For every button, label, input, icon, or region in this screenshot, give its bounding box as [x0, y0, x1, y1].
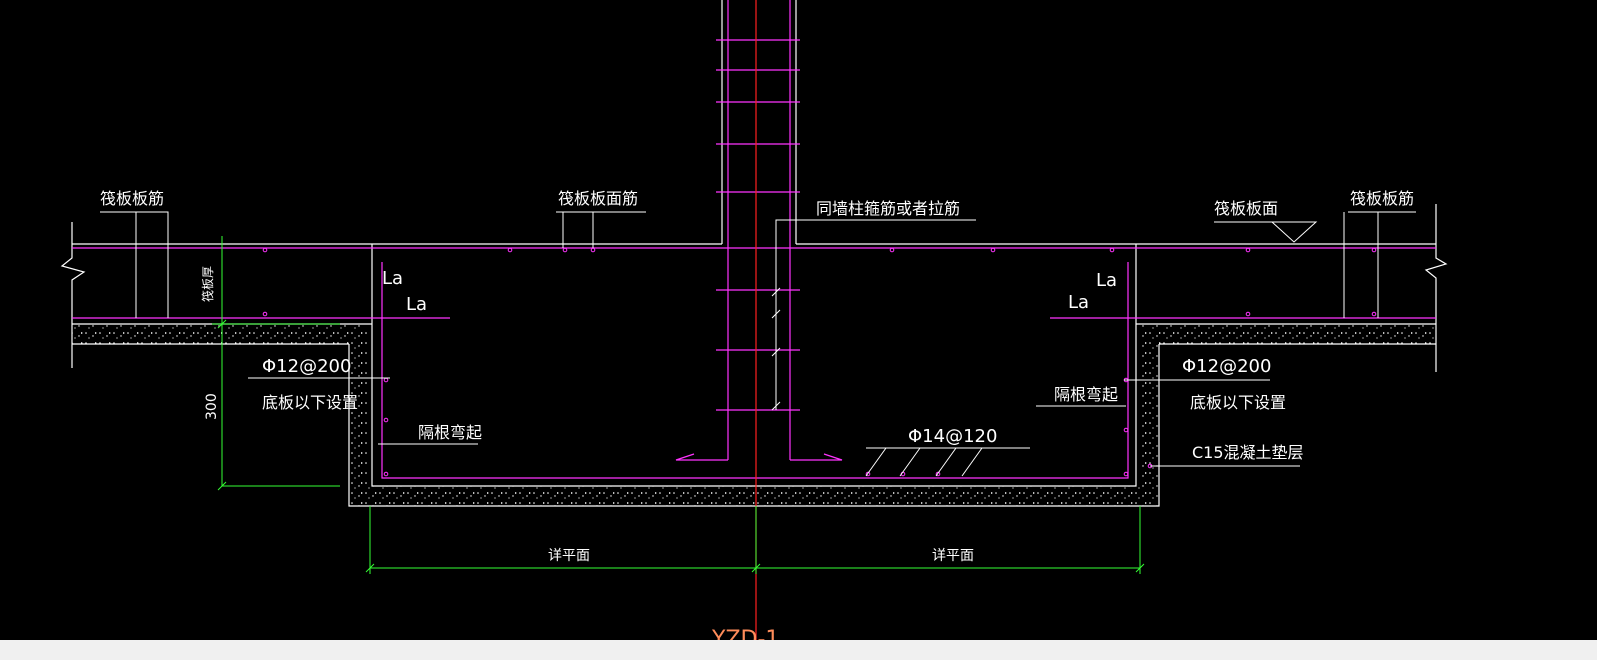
- label-rebar-spec-right: Φ12@200: [1182, 356, 1271, 377]
- label-la-left-lower: La: [406, 294, 427, 315]
- label-la-right-lower: La: [1068, 292, 1089, 313]
- label-dim-right: 详平面: [932, 548, 974, 564]
- label-raft-top-bar: 筏板板面筋: [558, 189, 638, 208]
- label-depth-dim: 300: [204, 393, 220, 420]
- label-raft-bottom-bar-left: 筏板板筋: [100, 189, 164, 208]
- cad-drawing-canvas[interactable]: 筏板板筋 筏板板面筋 同墙柱箍筋或者拉筋 筏板板面 筏板板筋 筏板厚 La La…: [0, 0, 1597, 652]
- label-bent-right: 隔根弯起: [1054, 385, 1118, 404]
- label-bent-left: 隔根弯起: [418, 423, 482, 442]
- label-rebar-note-left: 底板以下设置: [262, 393, 358, 412]
- label-la-left-upper: La: [382, 268, 403, 289]
- cushion-layer-hatch: [72, 324, 1436, 506]
- label-la-right-upper: La: [1096, 270, 1117, 291]
- label-cushion-layer: C15混凝土垫层: [1192, 443, 1304, 462]
- label-dim-left: 详平面: [548, 548, 590, 564]
- dimension-labels: 300 详平面 详平面: [204, 393, 974, 564]
- label-raft-surface: 筏板板面: [1214, 199, 1278, 218]
- foundation-section-drawing: 筏板板筋 筏板板面筋 同墙柱箍筋或者拉筋 筏板板面 筏板板筋 筏板厚 La La…: [60, 0, 1448, 652]
- label-raft-thickness: 筏板厚: [201, 266, 215, 302]
- label-rebar-spec-left: Φ12@200: [262, 356, 351, 377]
- label-raft-bottom-bar-right: 筏板板筋: [1350, 189, 1414, 208]
- label-wall-tie-note: 同墙柱箍筋或者拉筋: [816, 199, 960, 218]
- label-rebar-note-right: 底板以下设置: [1190, 393, 1286, 412]
- drawing-title: YZD-1: [711, 627, 779, 640]
- label-rebar-bottom: Φ14@120: [908, 426, 997, 447]
- status-strip: [0, 640, 1597, 660]
- concrete-outline: [60, 0, 1448, 507]
